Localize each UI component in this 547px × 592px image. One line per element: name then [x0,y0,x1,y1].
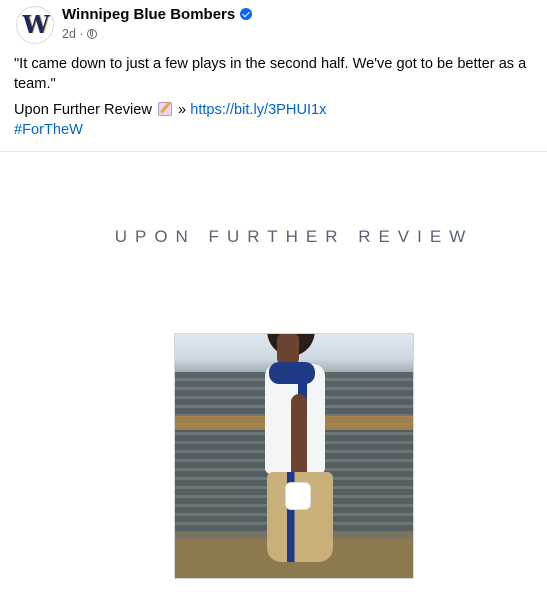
post-link[interactable]: https://bit.ly/3PHUI1x [190,102,326,118]
arrow-glyph: » [178,102,187,118]
post-hashtag-line: #ForTheW [14,120,542,140]
globe-icon[interactable] [86,29,97,39]
post-meta: 2d · [62,27,97,41]
post-body: "It came down to just a few plays in the… [14,54,542,140]
player-figure [255,334,345,578]
player-shoulder [269,362,315,384]
page-avatar[interactable]: W [16,6,54,44]
media-title: UPON FURTHER REVIEW [114,227,474,246]
memo-emoji-icon [157,102,172,116]
post-media[interactable]: UPON FURTHER REVIEW [0,152,547,592]
hashtag-link[interactable]: #ForTheW [14,122,83,138]
post-quote: "It came down to just a few plays in the… [14,56,527,92]
player-glove [285,482,311,510]
post-timestamp[interactable]: 2d · [62,27,84,41]
verified-badge-icon [240,8,253,20]
review-label: Upon Further Review [14,102,152,118]
page-name[interactable]: Winnipeg Blue Bombers [62,6,253,23]
post-header: W Winnipeg Blue Bombers 2d · [14,6,534,46]
blue-bombers-logo-icon: W [22,10,50,39]
post-review-line: Upon Further Review » https://bit.ly/3PH… [14,100,542,120]
page-name-text[interactable]: Winnipeg Blue Bombers [62,6,235,23]
player-photo[interactable] [174,333,414,579]
